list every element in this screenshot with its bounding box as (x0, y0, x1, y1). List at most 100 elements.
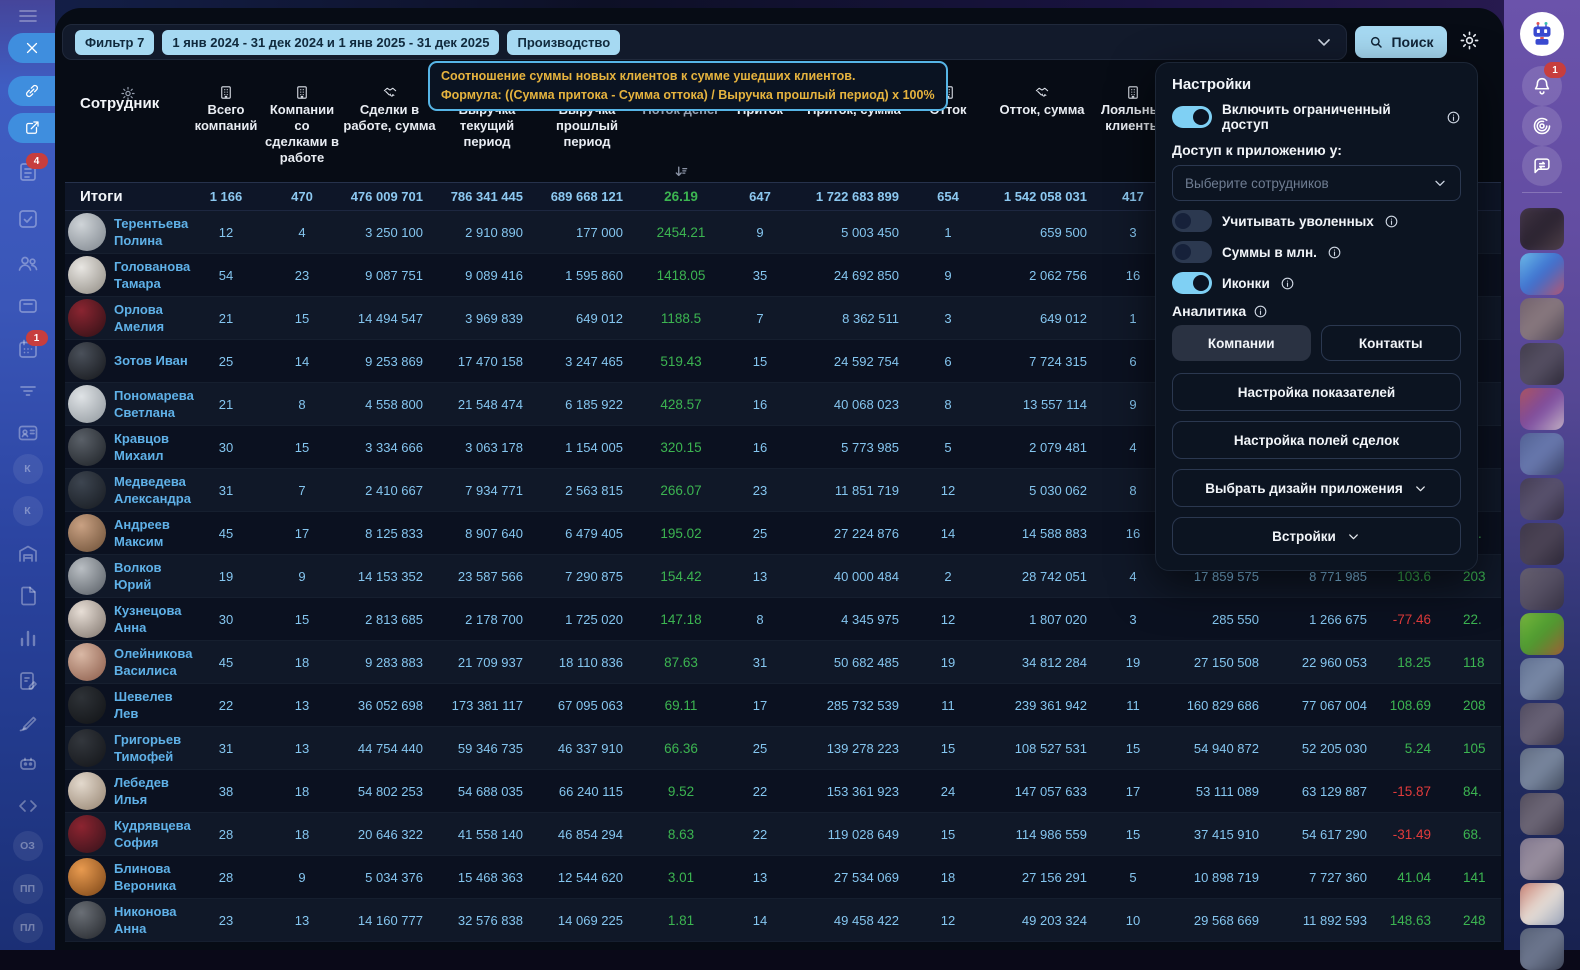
sidebar-calendar-icon[interactable]: 1 (16, 337, 40, 361)
contact-avatar[interactable] (1520, 613, 1564, 655)
sidebar-doc-icon[interactable] (16, 584, 40, 608)
tool-chat-sync-button[interactable] (1522, 146, 1562, 186)
contact-avatar[interactable] (1520, 748, 1564, 790)
sidebar-pen-icon[interactable] (16, 711, 40, 735)
contact-avatar[interactable] (1520, 433, 1564, 475)
sidebar-item-ОЗ[interactable]: ОЗ (13, 831, 43, 861)
table-row[interactable]: Кузнецова Анна30152 813 6852 178 7001 72… (65, 598, 1501, 641)
setting-toggle-1-toggle[interactable] (1172, 241, 1212, 263)
contact-avatar[interactable] (1520, 883, 1564, 925)
contact-avatar[interactable] (1520, 388, 1564, 430)
cell: 21 (190, 397, 262, 412)
setting-toggle-0-label: Учитывать уволенных (1222, 214, 1374, 229)
sidebar-bar-chart-icon[interactable] (16, 626, 40, 650)
info-icon[interactable] (1280, 276, 1295, 291)
cell: 8 (262, 397, 342, 412)
sidebar-doc-lines-icon[interactable]: 4 (16, 160, 40, 184)
sidebar-item-К[interactable]: К (13, 454, 43, 484)
settings-button-2[interactable]: Выбрать дизайн приложения (1172, 469, 1461, 507)
cell: 69.11 (637, 698, 725, 713)
info-icon[interactable] (1384, 214, 1399, 229)
contact-avatar[interactable] (1520, 703, 1564, 745)
restricted-access-toggle[interactable] (1172, 106, 1212, 128)
chevron-down-icon[interactable] (1314, 32, 1334, 52)
contact-avatar[interactable] (1520, 838, 1564, 880)
sidebar-active-close-button[interactable] (8, 33, 55, 63)
filter-chip-2[interactable]: Производство (507, 30, 620, 55)
sidebar-inbox-icon[interactable] (16, 294, 40, 318)
cell: 54 (190, 268, 262, 283)
column-header-10[interactable]: Отток, сумма (983, 85, 1101, 180)
contact-avatar[interactable] (1520, 208, 1564, 250)
contact-avatar[interactable] (1520, 793, 1564, 835)
sidebar-robot-icon[interactable] (16, 752, 40, 776)
sidebar-item-ПЛ[interactable]: ПЛ (13, 913, 43, 943)
contact-avatar[interactable] (1520, 928, 1564, 970)
setting-toggle-2-toggle[interactable] (1172, 272, 1212, 294)
info-icon[interactable] (1253, 304, 1268, 319)
table-row[interactable]: Лебедев Илья381854 802 25354 688 03566 2… (65, 770, 1501, 813)
app-settings-gear-icon[interactable] (1458, 29, 1481, 52)
filter-chip-0[interactable]: Фильтр 7 (75, 30, 154, 55)
cell: 1188.5 (637, 311, 725, 326)
filter-chip-1[interactable]: 1 янв 2024 - 31 дек 2024 и 1 янв 2025 - … (162, 30, 499, 55)
analytics-tab-contacts[interactable]: Контакты (1321, 325, 1462, 361)
cell: 2 079 481 (983, 440, 1101, 455)
sidebar-people-icon[interactable] (16, 251, 40, 275)
contact-avatar[interactable] (1520, 343, 1564, 385)
tool-spiral-button[interactable] (1522, 106, 1562, 146)
tool-bell-button[interactable]: 1 (1522, 66, 1562, 106)
table-row[interactable]: Шевелев Лев221336 052 698173 381 11767 0… (65, 684, 1501, 727)
table-row[interactable]: Никонова Анна231314 160 77732 576 83814 … (65, 899, 1501, 942)
sidebar-active-link-button[interactable] (8, 76, 55, 106)
sidebar-item-К[interactable]: К (13, 496, 43, 526)
sidebar-check-square-icon[interactable] (16, 207, 40, 231)
column-header-employee[interactable]: Сотрудник (65, 85, 190, 180)
cell: 28 (190, 870, 262, 885)
settings-button-0[interactable]: Настройка показателей (1172, 373, 1461, 411)
column-header-2[interactable]: Компании со сделками в работе (262, 85, 342, 180)
sidebar-active-external-button[interactable] (8, 113, 55, 143)
table-row[interactable]: Кудрявцева София281820 646 32241 558 140… (65, 813, 1501, 856)
cell: 248 (1445, 913, 1501, 928)
contact-avatar[interactable] (1520, 523, 1564, 565)
table-row[interactable]: Григорьев Тимофей311344 754 44059 346 73… (65, 727, 1501, 770)
column-header-1[interactable]: Всего компаний (190, 85, 262, 180)
employee-cell: Кузнецова Анна (65, 600, 190, 638)
contact-avatar[interactable] (1520, 253, 1564, 295)
cell: 4 (262, 225, 342, 240)
contact-avatar[interactable] (1520, 658, 1564, 700)
analytics-tab-companies[interactable]: Компании (1172, 325, 1311, 361)
cell: 45 (190, 526, 262, 541)
cell: 37 415 910 (1165, 827, 1273, 842)
info-icon[interactable] (1327, 245, 1342, 260)
info-icon[interactable] (1446, 110, 1461, 125)
sidebar-doc-edit-icon[interactable] (16, 669, 40, 693)
cell: 3 969 839 (437, 311, 537, 326)
cell: 9 (913, 268, 983, 283)
cell: 15 (262, 311, 342, 326)
app-logo-robot[interactable] (1520, 12, 1564, 56)
cell: 54 802 253 (342, 784, 437, 799)
settings-button-label: Выбрать дизайн приложения (1205, 481, 1403, 496)
contact-avatar[interactable] (1520, 298, 1564, 340)
cell: 6 185 922 (537, 397, 637, 412)
sidebar-item-ПП[interactable]: ПП (13, 874, 43, 904)
table-row[interactable]: Блинова Вероника2895 034 37615 468 36312… (65, 856, 1501, 899)
sidebar-funnel-icon[interactable] (16, 379, 40, 403)
sidebar-id-card-icon[interactable] (16, 421, 40, 445)
sidebar-warehouse-icon[interactable] (16, 542, 40, 566)
table-row[interactable]: Олейникова Василиса45189 283 88321 709 9… (65, 641, 1501, 684)
sidebar-menu-icon[interactable] (16, 4, 40, 28)
sidebar-code-icon[interactable] (16, 794, 40, 818)
settings-button-3[interactable]: Встройки (1172, 517, 1461, 555)
column-header-3[interactable]: Сделки в работе, сумма (342, 85, 437, 180)
setting-toggle-0-toggle[interactable] (1172, 210, 1212, 232)
search-button[interactable]: Поиск (1355, 26, 1447, 58)
employee-cell: Медведева Александра (65, 471, 190, 509)
employee-cell: Голованова Тамара (65, 256, 190, 294)
contact-avatar[interactable] (1520, 478, 1564, 520)
settings-button-1[interactable]: Настройка полей сделок (1172, 421, 1461, 459)
employees-select[interactable]: Выберите сотрудников (1172, 165, 1461, 201)
contact-avatar[interactable] (1520, 568, 1564, 610)
